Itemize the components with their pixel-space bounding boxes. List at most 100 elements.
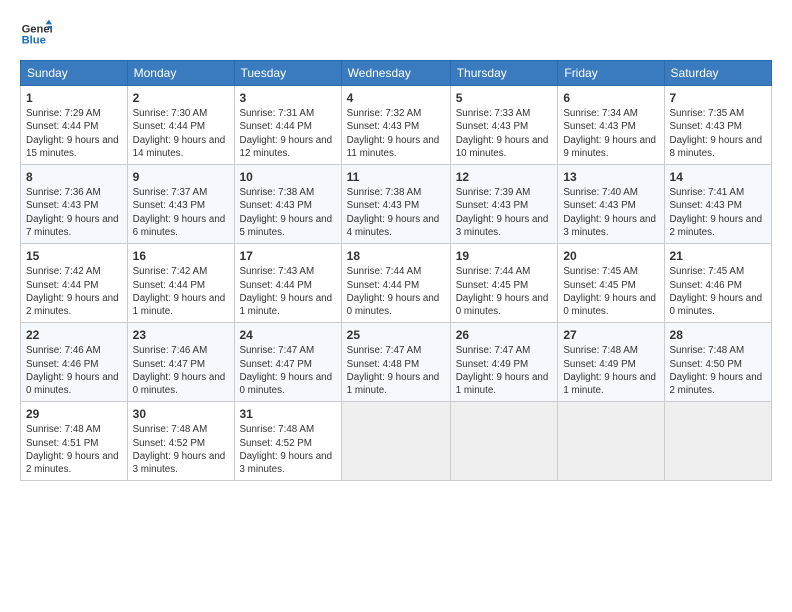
day-info: Sunrise: 7:41 AM Sunset: 4:43 PM Dayligh… <box>670 186 766 239</box>
calendar-cell <box>558 402 664 481</box>
day-number: 10 <box>240 169 336 185</box>
page: General Blue SundayMondayTuesdayWednesda… <box>0 0 792 491</box>
day-number: 22 <box>26 327 122 343</box>
calendar-cell: 10Sunrise: 7:38 AM Sunset: 4:43 PM Dayli… <box>234 165 341 244</box>
day-number: 28 <box>670 327 766 343</box>
calendar-cell: 14Sunrise: 7:41 AM Sunset: 4:43 PM Dayli… <box>664 165 771 244</box>
week-row-3: 15Sunrise: 7:42 AM Sunset: 4:44 PM Dayli… <box>21 244 772 323</box>
calendar-cell: 13Sunrise: 7:40 AM Sunset: 4:43 PM Dayli… <box>558 165 664 244</box>
day-info: Sunrise: 7:42 AM Sunset: 4:44 PM Dayligh… <box>133 265 229 318</box>
week-row-4: 22Sunrise: 7:46 AM Sunset: 4:46 PM Dayli… <box>21 323 772 402</box>
day-info: Sunrise: 7:38 AM Sunset: 4:43 PM Dayligh… <box>240 186 336 239</box>
day-of-week-header: SundayMondayTuesdayWednesdayThursdayFrid… <box>21 61 772 86</box>
day-number: 16 <box>133 248 229 264</box>
day-info: Sunrise: 7:38 AM Sunset: 4:43 PM Dayligh… <box>347 186 445 239</box>
logo: General Blue <box>20 18 56 50</box>
calendar-cell <box>664 402 771 481</box>
calendar-cell: 16Sunrise: 7:42 AM Sunset: 4:44 PM Dayli… <box>127 244 234 323</box>
week-row-2: 8Sunrise: 7:36 AM Sunset: 4:43 PM Daylig… <box>21 165 772 244</box>
calendar-cell <box>341 402 450 481</box>
day-info: Sunrise: 7:35 AM Sunset: 4:43 PM Dayligh… <box>670 107 766 160</box>
day-number: 23 <box>133 327 229 343</box>
calendar-cell: 31Sunrise: 7:48 AM Sunset: 4:52 PM Dayli… <box>234 402 341 481</box>
day-info: Sunrise: 7:48 AM Sunset: 4:52 PM Dayligh… <box>240 423 336 476</box>
day-number: 1 <box>26 90 122 106</box>
day-number: 8 <box>26 169 122 185</box>
day-number: 19 <box>456 248 553 264</box>
calendar-cell: 2Sunrise: 7:30 AM Sunset: 4:44 PM Daylig… <box>127 86 234 165</box>
calendar-cell: 26Sunrise: 7:47 AM Sunset: 4:49 PM Dayli… <box>450 323 558 402</box>
day-number: 21 <box>670 248 766 264</box>
dow-header-saturday: Saturday <box>664 61 771 86</box>
day-info: Sunrise: 7:36 AM Sunset: 4:43 PM Dayligh… <box>26 186 122 239</box>
day-info: Sunrise: 7:45 AM Sunset: 4:46 PM Dayligh… <box>670 265 766 318</box>
dow-header-thursday: Thursday <box>450 61 558 86</box>
day-info: Sunrise: 7:47 AM Sunset: 4:49 PM Dayligh… <box>456 344 553 397</box>
calendar-cell: 8Sunrise: 7:36 AM Sunset: 4:43 PM Daylig… <box>21 165 128 244</box>
dow-header-wednesday: Wednesday <box>341 61 450 86</box>
calendar-cell: 22Sunrise: 7:46 AM Sunset: 4:46 PM Dayli… <box>21 323 128 402</box>
day-info: Sunrise: 7:32 AM Sunset: 4:43 PM Dayligh… <box>347 107 445 160</box>
day-number: 11 <box>347 169 445 185</box>
calendar-cell: 23Sunrise: 7:46 AM Sunset: 4:47 PM Dayli… <box>127 323 234 402</box>
calendar-cell: 28Sunrise: 7:48 AM Sunset: 4:50 PM Dayli… <box>664 323 771 402</box>
day-info: Sunrise: 7:30 AM Sunset: 4:44 PM Dayligh… <box>133 107 229 160</box>
day-info: Sunrise: 7:46 AM Sunset: 4:46 PM Dayligh… <box>26 344 122 397</box>
day-info: Sunrise: 7:44 AM Sunset: 4:44 PM Dayligh… <box>347 265 445 318</box>
day-number: 3 <box>240 90 336 106</box>
day-number: 24 <box>240 327 336 343</box>
day-number: 4 <box>347 90 445 106</box>
calendar-cell: 29Sunrise: 7:48 AM Sunset: 4:51 PM Dayli… <box>21 402 128 481</box>
dow-header-monday: Monday <box>127 61 234 86</box>
day-info: Sunrise: 7:46 AM Sunset: 4:47 PM Dayligh… <box>133 344 229 397</box>
day-info: Sunrise: 7:42 AM Sunset: 4:44 PM Dayligh… <box>26 265 122 318</box>
day-number: 13 <box>563 169 658 185</box>
dow-header-sunday: Sunday <box>21 61 128 86</box>
calendar-cell: 21Sunrise: 7:45 AM Sunset: 4:46 PM Dayli… <box>664 244 771 323</box>
day-number: 2 <box>133 90 229 106</box>
logo-icon: General Blue <box>20 18 52 50</box>
day-number: 9 <box>133 169 229 185</box>
calendar-cell <box>450 402 558 481</box>
day-info: Sunrise: 7:48 AM Sunset: 4:50 PM Dayligh… <box>670 344 766 397</box>
day-info: Sunrise: 7:48 AM Sunset: 4:51 PM Dayligh… <box>26 423 122 476</box>
day-number: 30 <box>133 406 229 422</box>
day-number: 31 <box>240 406 336 422</box>
calendar-cell: 1Sunrise: 7:29 AM Sunset: 4:44 PM Daylig… <box>21 86 128 165</box>
day-info: Sunrise: 7:47 AM Sunset: 4:48 PM Dayligh… <box>347 344 445 397</box>
day-number: 12 <box>456 169 553 185</box>
day-info: Sunrise: 7:43 AM Sunset: 4:44 PM Dayligh… <box>240 265 336 318</box>
week-row-5: 29Sunrise: 7:48 AM Sunset: 4:51 PM Dayli… <box>21 402 772 481</box>
day-info: Sunrise: 7:48 AM Sunset: 4:49 PM Dayligh… <box>563 344 658 397</box>
calendar-cell: 27Sunrise: 7:48 AM Sunset: 4:49 PM Dayli… <box>558 323 664 402</box>
day-number: 18 <box>347 248 445 264</box>
day-number: 27 <box>563 327 658 343</box>
calendar-cell: 19Sunrise: 7:44 AM Sunset: 4:45 PM Dayli… <box>450 244 558 323</box>
calendar-cell: 30Sunrise: 7:48 AM Sunset: 4:52 PM Dayli… <box>127 402 234 481</box>
day-info: Sunrise: 7:47 AM Sunset: 4:47 PM Dayligh… <box>240 344 336 397</box>
day-number: 6 <box>563 90 658 106</box>
calendar: SundayMondayTuesdayWednesdayThursdayFrid… <box>20 60 772 481</box>
day-number: 25 <box>347 327 445 343</box>
day-number: 26 <box>456 327 553 343</box>
svg-text:Blue: Blue <box>22 35 46 47</box>
day-info: Sunrise: 7:48 AM Sunset: 4:52 PM Dayligh… <box>133 423 229 476</box>
day-info: Sunrise: 7:44 AM Sunset: 4:45 PM Dayligh… <box>456 265 553 318</box>
day-info: Sunrise: 7:40 AM Sunset: 4:43 PM Dayligh… <box>563 186 658 239</box>
calendar-cell: 6Sunrise: 7:34 AM Sunset: 4:43 PM Daylig… <box>558 86 664 165</box>
header: General Blue <box>20 18 772 50</box>
day-info: Sunrise: 7:45 AM Sunset: 4:45 PM Dayligh… <box>563 265 658 318</box>
dow-header-tuesday: Tuesday <box>234 61 341 86</box>
day-number: 7 <box>670 90 766 106</box>
day-info: Sunrise: 7:37 AM Sunset: 4:43 PM Dayligh… <box>133 186 229 239</box>
calendar-cell: 25Sunrise: 7:47 AM Sunset: 4:48 PM Dayli… <box>341 323 450 402</box>
day-info: Sunrise: 7:29 AM Sunset: 4:44 PM Dayligh… <box>26 107 122 160</box>
day-number: 15 <box>26 248 122 264</box>
calendar-cell: 3Sunrise: 7:31 AM Sunset: 4:44 PM Daylig… <box>234 86 341 165</box>
calendar-cell: 12Sunrise: 7:39 AM Sunset: 4:43 PM Dayli… <box>450 165 558 244</box>
day-info: Sunrise: 7:39 AM Sunset: 4:43 PM Dayligh… <box>456 186 553 239</box>
day-number: 20 <box>563 248 658 264</box>
day-info: Sunrise: 7:31 AM Sunset: 4:44 PM Dayligh… <box>240 107 336 160</box>
week-row-1: 1Sunrise: 7:29 AM Sunset: 4:44 PM Daylig… <box>21 86 772 165</box>
calendar-cell: 9Sunrise: 7:37 AM Sunset: 4:43 PM Daylig… <box>127 165 234 244</box>
